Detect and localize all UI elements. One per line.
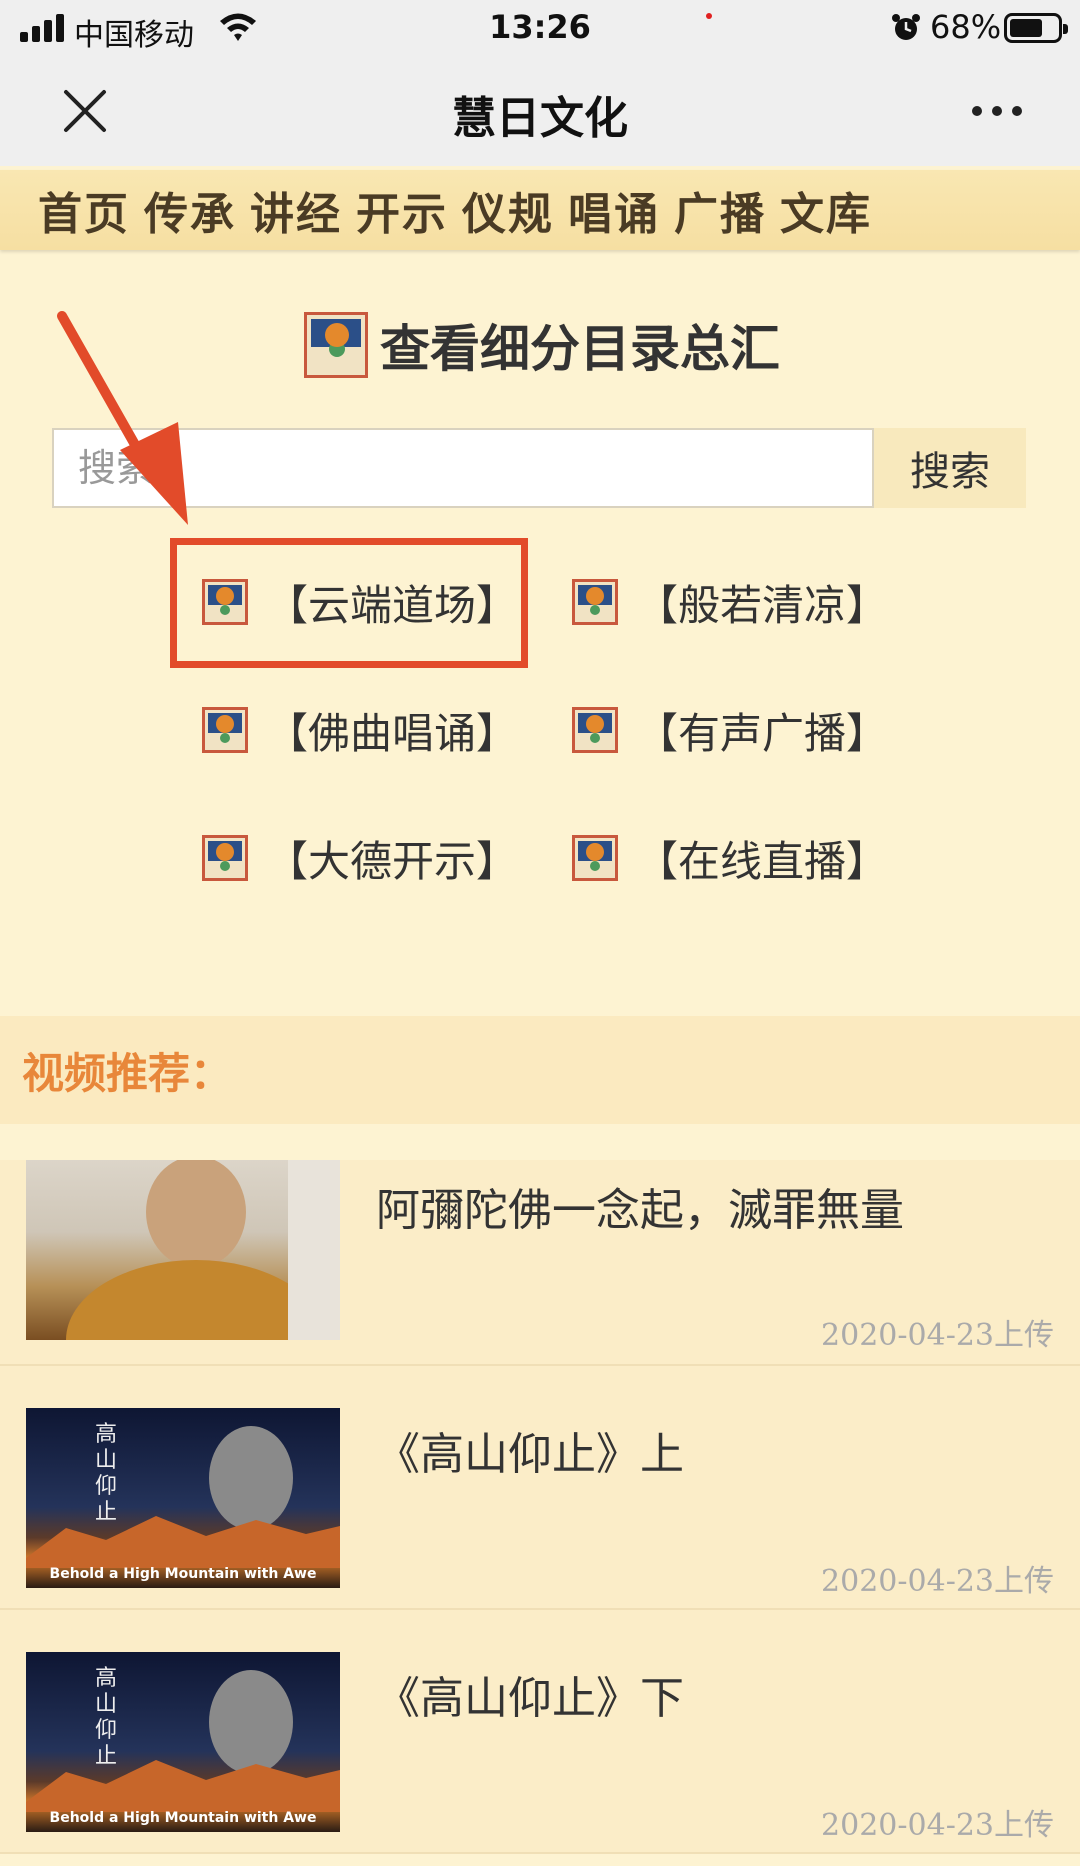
more-options-icon[interactable] <box>972 106 1022 118</box>
battery-icon <box>1004 13 1068 43</box>
video-thumbnail: 高山仰止 Behold a High Mountain with Awe <box>26 1408 340 1588</box>
search-button[interactable]: 搜索 <box>874 428 1026 508</box>
recording-dot <box>706 13 712 19</box>
thumbnail-title: 高山仰止 <box>94 1422 117 1525</box>
top-menu: 首页 传承 讲经 开示 仪规 唱诵 广播 文库 <box>0 170 1080 250</box>
alarm-icon <box>892 14 920 40</box>
menu-item-teachings[interactable]: 开示 <box>356 178 448 242</box>
category-label: 【在线直播】 <box>636 836 889 886</box>
category-master-teachings[interactable]: 【大德开示】 <box>202 828 518 888</box>
video-title: 《高山仰止》下 <box>376 1673 684 1724</box>
status-bar: 中国移动 13:26 68% <box>0 0 1080 56</box>
category-audio-broadcast[interactable]: 【有声广播】 <box>572 700 888 760</box>
category-live-stream[interactable]: 【在线直播】 <box>572 828 888 888</box>
video-item[interactable]: 阿彌陀佛一念起，滅罪無量 2020-04-23上传 <box>0 1160 1080 1366</box>
category-label: 【有声广播】 <box>636 708 889 758</box>
menu-item-sutra-lectures[interactable]: 讲经 <box>250 178 342 242</box>
video-item[interactable]: 高山仰止 Behold a High Mountain with Awe 《高山… <box>0 1610 1080 1854</box>
menu-item-home[interactable]: 首页 <box>38 178 130 242</box>
video-title: 《高山仰止》上 <box>376 1429 684 1480</box>
menu-item-lineage[interactable]: 传承 <box>144 178 236 242</box>
video-thumbnail <box>26 1160 340 1340</box>
menu-item-broadcast[interactable]: 广播 <box>674 178 766 242</box>
highlight-box <box>170 538 528 668</box>
recommend-title: 视频推荐： <box>22 1048 233 1098</box>
thumbnail-caption: Behold a High Mountain with Awe <box>49 1810 317 1826</box>
thumbnail-title: 高山仰止 <box>94 1666 117 1769</box>
category-label: 【般若清凉】 <box>636 580 889 630</box>
search-input[interactable] <box>52 428 874 508</box>
page-title: 慧日文化 <box>452 93 628 144</box>
video-item[interactable]: 高山仰止 Behold a High Mountain with Awe 《高山… <box>0 1366 1080 1610</box>
thangka-icon <box>572 579 618 625</box>
battery-percent: 68% <box>930 8 1002 46</box>
video-date: 2020-04-23上传 <box>821 1564 1054 1599</box>
video-date: 2020-04-23上传 <box>821 1318 1054 1353</box>
video-list: 阿彌陀佛一念起，滅罪無量 2020-04-23上传 高山仰止 Behold a … <box>0 1160 1080 1854</box>
menu-item-chanting[interactable]: 唱诵 <box>568 178 660 242</box>
menu-item-library[interactable]: 文库 <box>780 178 872 242</box>
nav-bar: 慧日文化 <box>0 56 1080 166</box>
thangka-icon <box>572 835 618 881</box>
video-title: 阿彌陀佛一念起，滅罪無量 <box>376 1185 904 1236</box>
menu-item-rituals[interactable]: 仪规 <box>462 178 554 242</box>
category-prajna[interactable]: 【般若清凉】 <box>572 572 888 632</box>
directory-header[interactable]: 查看细分目录总汇 <box>304 312 780 378</box>
directory-title: 查看细分目录总汇 <box>380 320 780 378</box>
category-label: 【佛曲唱诵】 <box>266 708 519 758</box>
category-label: 【大德开示】 <box>266 836 519 886</box>
thangka-icon <box>304 312 368 378</box>
thumbnail-caption: Behold a High Mountain with Awe <box>49 1566 317 1582</box>
thangka-icon <box>202 835 248 881</box>
thangka-icon <box>202 707 248 753</box>
recommend-header: 视频推荐： <box>0 1016 1080 1124</box>
video-thumbnail: 高山仰止 Behold a High Mountain with Awe <box>26 1652 340 1832</box>
category-buddhist-music[interactable]: 【佛曲唱诵】 <box>202 700 518 760</box>
thangka-icon <box>572 707 618 753</box>
video-date: 2020-04-23上传 <box>821 1808 1054 1843</box>
